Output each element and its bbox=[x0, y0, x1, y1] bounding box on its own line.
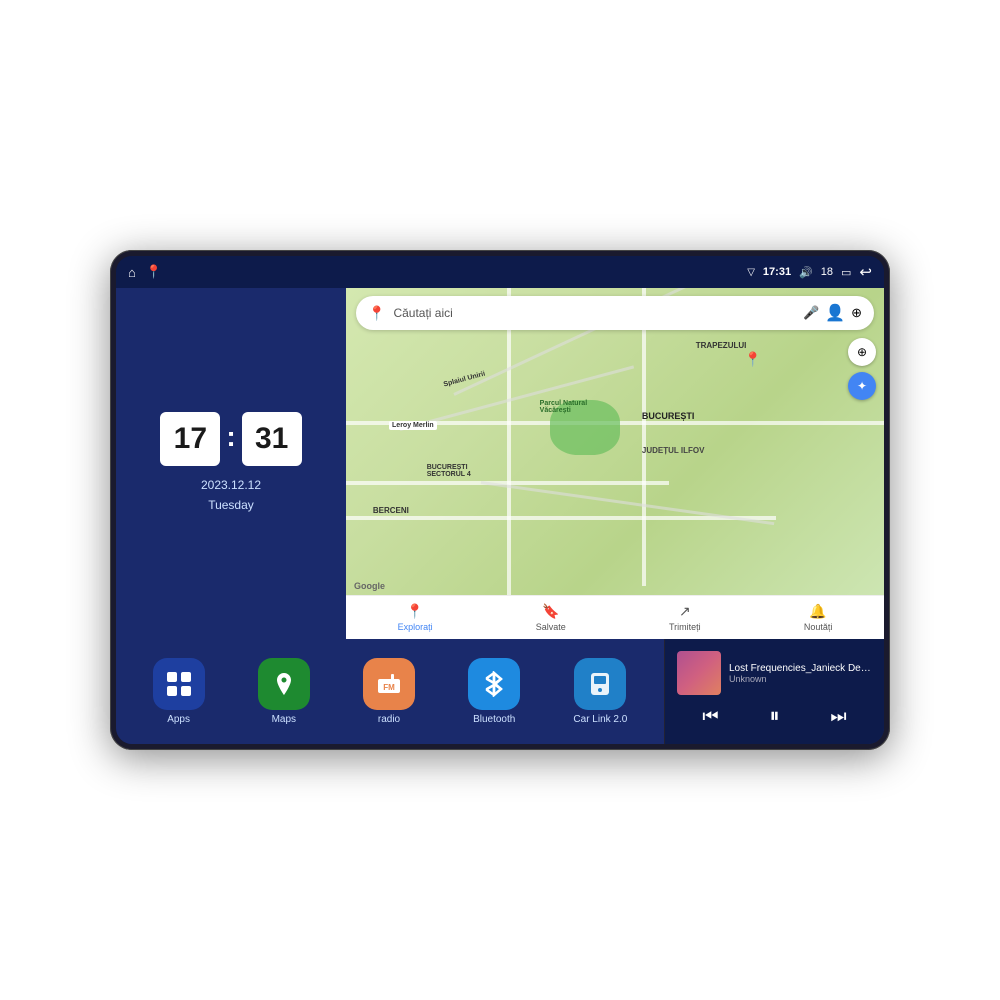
app-icon-maps[interactable]: Maps bbox=[258, 658, 310, 725]
map-right-controls: ⊕ ✦ bbox=[848, 338, 876, 400]
battery-level: 18 bbox=[821, 266, 833, 278]
news-icon: 🔔 bbox=[809, 603, 826, 620]
map-nav-saved-label: Salvate bbox=[536, 622, 566, 632]
music-thumbnail bbox=[677, 651, 721, 695]
map-nav-news-label: Noutăți bbox=[804, 622, 833, 632]
status-right-info: ▽ 17:31 🔊 18 ▭ ↩ bbox=[747, 263, 872, 281]
clock-hours: 17 bbox=[160, 412, 220, 466]
music-info-row: Lost Frequencies_Janieck Devy-... Unknow… bbox=[677, 651, 872, 695]
music-title: Lost Frequencies_Janieck Devy-... bbox=[729, 663, 872, 674]
play-pause-button[interactable]: ⏸ bbox=[761, 701, 787, 732]
home-icon[interactable]: ⌂ bbox=[128, 265, 136, 280]
radio-icon: FM bbox=[363, 658, 415, 710]
clock-colon: : bbox=[226, 421, 235, 453]
radio-label: radio bbox=[378, 714, 400, 725]
map-nav-news[interactable]: 🔔 Noutăți bbox=[804, 603, 833, 632]
music-artist: Unknown bbox=[729, 674, 872, 684]
time-display: 17:31 bbox=[763, 266, 791, 278]
map-widget[interactable]: BUCUREȘTI JUDEȚUL ILFOV TRAPEZULUI BERCE… bbox=[346, 288, 884, 639]
map-label-ilfov: JUDEȚUL ILFOV bbox=[642, 446, 705, 455]
bluetooth-icon bbox=[468, 658, 520, 710]
volume-icon: 🔊 bbox=[799, 266, 813, 279]
map-search-actions: 🎤 👤 ⊕ bbox=[803, 303, 862, 323]
map-label-sector4: BUCUREȘTISECTORUL 4 bbox=[427, 464, 471, 478]
map-label-bucharest: BUCUREȘTI bbox=[642, 411, 695, 421]
map-nav-share[interactable]: ↗ Trimiteți bbox=[669, 603, 701, 632]
map-location-pin: 📍 bbox=[744, 351, 761, 368]
explore-icon: 📍 bbox=[406, 603, 423, 620]
clock-widget: 17 : 31 2023.12.12 Tuesday bbox=[116, 288, 346, 639]
account-icon[interactable]: 👤 bbox=[825, 303, 845, 323]
bluetooth-label: Bluetooth bbox=[473, 714, 515, 725]
device-frame: ⌂ 📍 ▽ 17:31 🔊 18 ▭ ↩ 17 : bbox=[110, 250, 890, 750]
apps-label: Apps bbox=[167, 714, 190, 725]
clock-date: 2023.12.12 Tuesday bbox=[201, 476, 261, 514]
map-nav-saved[interactable]: 🔖 Salvate bbox=[536, 603, 566, 632]
map-compass-btn[interactable]: ⊕ bbox=[848, 338, 876, 366]
mic-icon[interactable]: 🎤 bbox=[803, 305, 819, 321]
map-nav-explore-label: Explorați bbox=[398, 622, 433, 632]
carlink-label: Car Link 2.0 bbox=[573, 714, 627, 725]
battery-icon: ▭ bbox=[841, 266, 851, 279]
map-nav-share-label: Trimiteți bbox=[669, 622, 701, 632]
next-button[interactable]: ⏭ bbox=[822, 702, 854, 731]
map-label-parc: Parcul NaturalVăcărești bbox=[540, 400, 587, 414]
layers-icon[interactable]: ⊕ bbox=[851, 305, 862, 321]
map-nav-explore[interactable]: 📍 Explorați bbox=[398, 603, 433, 632]
prev-button[interactable]: ⏮ bbox=[694, 702, 726, 731]
bottom-row: Apps Maps bbox=[116, 639, 884, 744]
music-player: Lost Frequencies_Janieck Devy-... Unknow… bbox=[664, 639, 884, 744]
clock-display: 17 : 31 bbox=[160, 412, 301, 466]
album-art bbox=[677, 651, 721, 695]
google-logo: Google bbox=[354, 581, 385, 591]
carlink-icon bbox=[574, 658, 626, 710]
map-search-bar[interactable]: 📍 Căutați aici 🎤 👤 ⊕ bbox=[356, 296, 874, 330]
back-icon[interactable]: ↩ bbox=[859, 263, 872, 281]
map-locate-btn[interactable]: ✦ bbox=[848, 372, 876, 400]
maps-label: Maps bbox=[272, 714, 296, 725]
map-bottom-bar: 📍 Explorați 🔖 Salvate ↗ Trimiteți 🔔 bbox=[346, 595, 884, 639]
apps-icon bbox=[153, 658, 205, 710]
music-text-info: Lost Frequencies_Janieck Devy-... Unknow… bbox=[729, 663, 872, 684]
map-label-leroy: Leroy Merlin bbox=[389, 421, 437, 430]
clock-minutes: 31 bbox=[242, 412, 302, 466]
signal-icon: ▽ bbox=[747, 267, 755, 278]
map-label-trapezului: TRAPEZULUI bbox=[696, 341, 747, 350]
map-label-berceni: BERCENI bbox=[373, 506, 409, 515]
status-bar: ⌂ 📍 ▽ 17:31 🔊 18 ▭ ↩ bbox=[116, 256, 884, 288]
top-row: 17 : 31 2023.12.12 Tuesday bbox=[116, 288, 884, 639]
maps-status-icon[interactable]: 📍 bbox=[146, 264, 162, 280]
music-controls: ⏮ ⏸ ⏭ bbox=[677, 701, 872, 732]
svg-text:FM: FM bbox=[383, 683, 395, 692]
saved-icon: 🔖 bbox=[542, 603, 559, 620]
app-icon-carlink[interactable]: Car Link 2.0 bbox=[573, 658, 627, 725]
app-icon-bluetooth[interactable]: Bluetooth bbox=[468, 658, 520, 725]
maps-pin-icon: 📍 bbox=[368, 305, 385, 322]
device-screen: ⌂ 📍 ▽ 17:31 🔊 18 ▭ ↩ 17 : bbox=[116, 256, 884, 744]
main-area: 17 : 31 2023.12.12 Tuesday bbox=[116, 288, 884, 744]
share-icon: ↗ bbox=[679, 603, 691, 620]
app-icons-section: Apps Maps bbox=[116, 639, 664, 744]
maps-icon bbox=[258, 658, 310, 710]
map-search-placeholder: Căutați aici bbox=[393, 306, 795, 320]
status-left-icons: ⌂ 📍 bbox=[128, 264, 162, 280]
app-icon-apps[interactable]: Apps bbox=[153, 658, 205, 725]
app-icon-radio[interactable]: FM radio bbox=[363, 658, 415, 725]
